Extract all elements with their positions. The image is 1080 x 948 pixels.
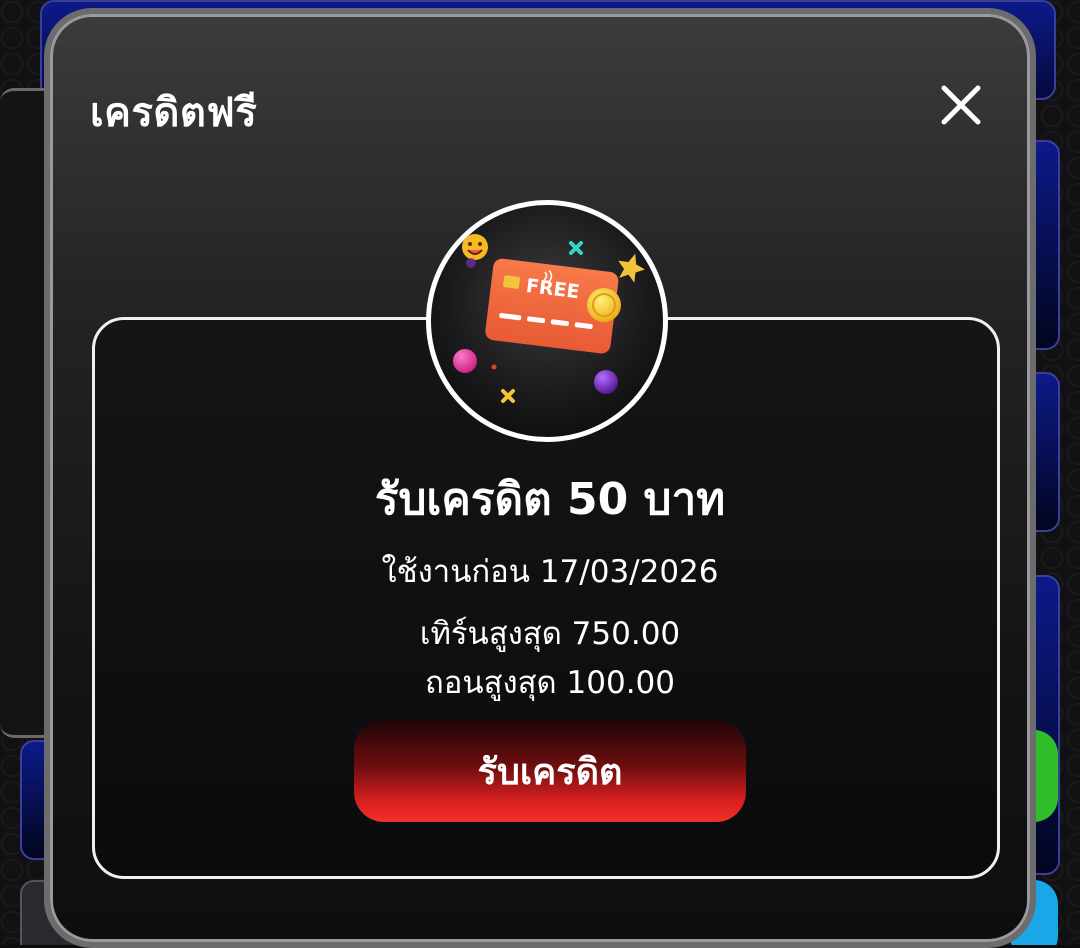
max-withdraw: ถอนสูงสุด 100.00 <box>50 657 1050 707</box>
credit-amount-title: รับเครดิต 50 บาท <box>50 464 1050 534</box>
claim-credit-button[interactable]: รับเครดิต <box>354 720 746 822</box>
free-credit-card-icon: FREE <box>431 205 663 437</box>
offer-image-badge: FREE <box>426 200 668 442</box>
close-button[interactable] <box>938 82 984 128</box>
modal-title: เครดิตฟรี <box>90 80 257 144</box>
close-icon <box>938 82 984 128</box>
use-before-date: ใช้งานก่อน 17/03/2026 <box>50 546 1050 596</box>
free-credit-modal: เครดิตฟรี FREE <box>44 8 1036 948</box>
max-turnover: เทิร์นสูงสุด 750.00 <box>50 608 1050 658</box>
